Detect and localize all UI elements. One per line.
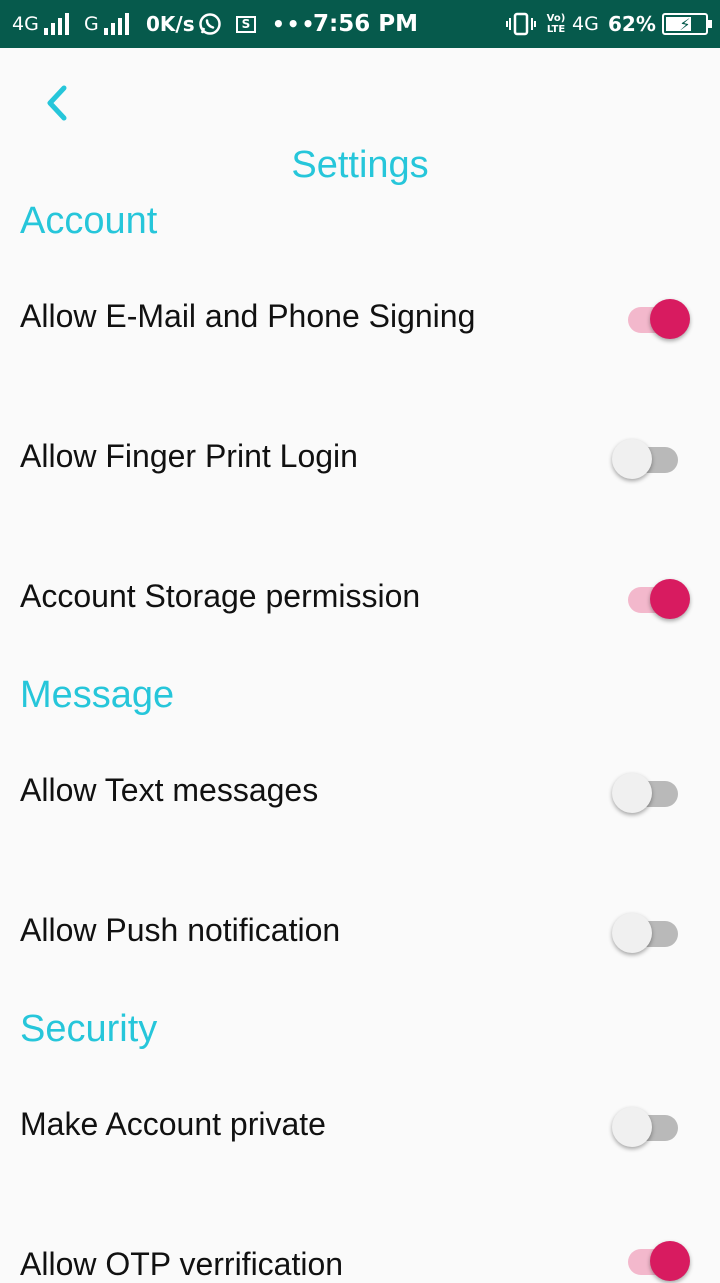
- storage-permission-toggle[interactable]: [614, 574, 690, 619]
- setting-label-fingerprint-login: Allow Finger Print Login: [20, 438, 358, 474]
- otp-verification-toggle[interactable]: [614, 1236, 690, 1281]
- whatsapp-icon: [198, 0, 222, 48]
- toggle-thumb: [612, 913, 652, 953]
- network-speed: 0K/s: [146, 12, 195, 36]
- toggle-thumb: [650, 299, 690, 339]
- text-messages-toggle[interactable]: [612, 768, 688, 813]
- toggle-thumb: [612, 439, 652, 479]
- clock: 7:56 PM: [313, 11, 418, 37]
- back-button[interactable]: [36, 82, 76, 124]
- push-notification-toggle[interactable]: [612, 908, 688, 953]
- network-type-label-2: G: [84, 13, 99, 35]
- more-notifications-icon: •••: [272, 12, 317, 36]
- signal-group-2: G: [84, 0, 129, 48]
- signal-group-1: 4G: [12, 0, 69, 48]
- battery-charging-icon: ⚡: [662, 0, 712, 48]
- toggle-thumb: [650, 1241, 690, 1281]
- section-title-security: Security: [20, 1008, 158, 1050]
- setting-label-storage-permission: Account Storage permission: [20, 578, 421, 614]
- status-bar: 4G G 0K/s S ••• 7:56 PM Vo) LTE 4G 62% ⚡: [0, 0, 720, 48]
- setting-label-email-phone-signing: Allow E-Mail and Phone Signing: [20, 298, 476, 334]
- account-private-toggle[interactable]: [612, 1102, 688, 1147]
- network-type-label: 4G: [12, 13, 39, 35]
- setting-label-account-private: Make Account private: [20, 1106, 326, 1142]
- toggle-thumb: [612, 1107, 652, 1147]
- signal-icon: [43, 13, 69, 35]
- setting-label-push-notification: Allow Push notification: [20, 912, 341, 948]
- volte-icon: Vo) LTE: [546, 13, 566, 35]
- network-type-label-3: 4G: [572, 13, 599, 35]
- page-title: Settings: [291, 144, 429, 186]
- screenshot-icon: S: [236, 0, 256, 48]
- section-title-message: Message: [20, 674, 175, 716]
- fingerprint-login-toggle[interactable]: [612, 434, 688, 479]
- toggle-thumb: [612, 773, 652, 813]
- setting-label-otp-verification: Allow OTP verrification: [20, 1246, 344, 1282]
- toggle-thumb: [650, 579, 690, 619]
- signal-icon: [103, 13, 129, 35]
- battery-percent: 62%: [608, 12, 656, 36]
- vibrate-icon: [506, 0, 536, 48]
- setting-label-text-messages: Allow Text messages: [20, 772, 319, 808]
- section-title-account: Account: [20, 200, 158, 242]
- email-phone-signing-toggle[interactable]: [614, 294, 690, 339]
- chevron-left-icon: [47, 85, 67, 121]
